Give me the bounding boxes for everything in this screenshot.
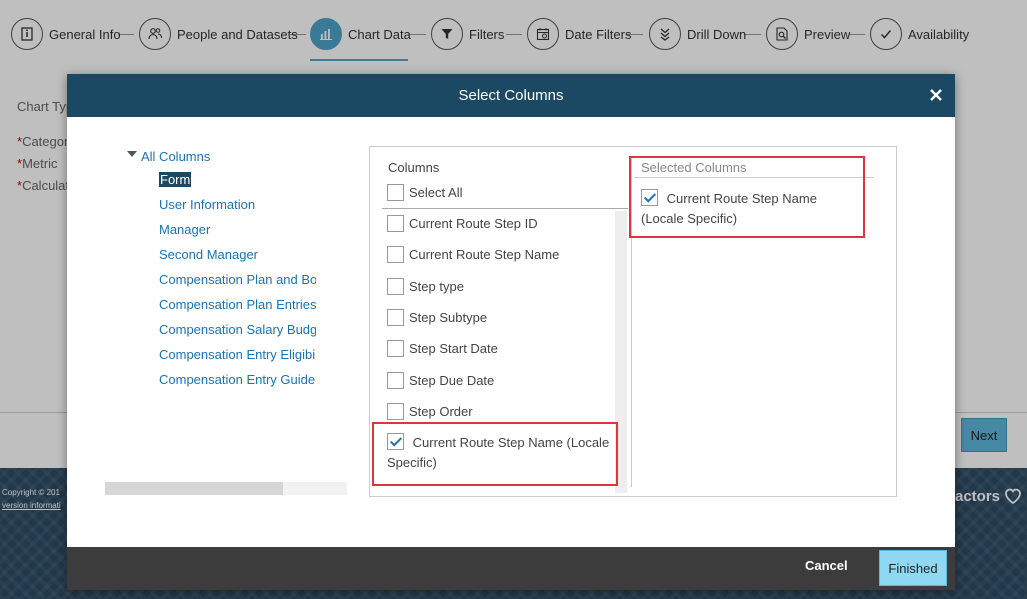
tree-item-compensation-plan-entries[interactable]: Compensation Plan Entries [159,297,349,312]
highlight-box [372,422,618,486]
dialog-footer: Cancel Finished [67,547,955,590]
column-checkbox[interactable] [387,278,404,295]
tree-item-compensation-salary-budget[interactable]: Compensation Salary Budget Info [159,322,316,337]
column-option[interactable]: Step type [387,278,464,295]
columns-title: Columns [388,160,440,175]
close-icon[interactable] [927,86,945,104]
column-option[interactable]: Step Start Date [387,340,498,357]
tree-item-second-manager[interactable]: Second Manager [159,247,349,262]
scrollbar-thumb[interactable] [105,482,283,495]
column-checkbox[interactable] [387,215,404,232]
column-option[interactable]: Current Route Step Name [387,246,559,263]
finished-button[interactable]: Finished [879,550,947,586]
column-option[interactable]: Step Due Date [387,372,494,389]
tree-item-user-information[interactable]: User Information [159,197,349,212]
column-checkbox[interactable] [387,309,404,326]
column-checkbox[interactable] [387,403,404,420]
dialog-header: Select Columns [67,74,955,117]
highlight-box [629,156,865,238]
divider [382,208,628,209]
dialog-title: Select Columns [458,87,564,104]
tree-item-compensation-plan-bonus[interactable]: Compensation Plan and Bonus St [159,272,316,287]
select-all-option[interactable]: Select All [387,184,462,201]
column-option[interactable]: Step Subtype [387,309,487,326]
select-all-checkbox[interactable] [387,184,404,201]
tree-horizontal-scrollbar[interactable] [105,482,347,495]
column-checkbox[interactable] [387,372,404,389]
column-option[interactable]: Current Route Step ID [387,215,538,232]
select-columns-dialog: Select Columns All Columns Form User Inf… [67,74,955,590]
tree-root-all-columns[interactable]: All Columns [127,149,210,164]
tree-item-compensation-entry-guideline[interactable]: Compensation Entry GuideLine In [159,372,316,387]
cancel-button[interactable]: Cancel [805,558,848,573]
tree-item-form[interactable]: Form [159,172,349,187]
expand-triangle-icon[interactable] [127,150,137,157]
tree-item-manager[interactable]: Manager [159,222,349,237]
tree-item-compensation-entry-eligibility[interactable]: Compensation Entry Eligibility Infc [159,347,316,362]
dialog-body: All Columns Form User Information Manage… [67,117,955,547]
column-checkbox[interactable] [387,246,404,263]
column-option[interactable]: Step Order [387,403,473,420]
column-checkbox[interactable] [387,340,404,357]
